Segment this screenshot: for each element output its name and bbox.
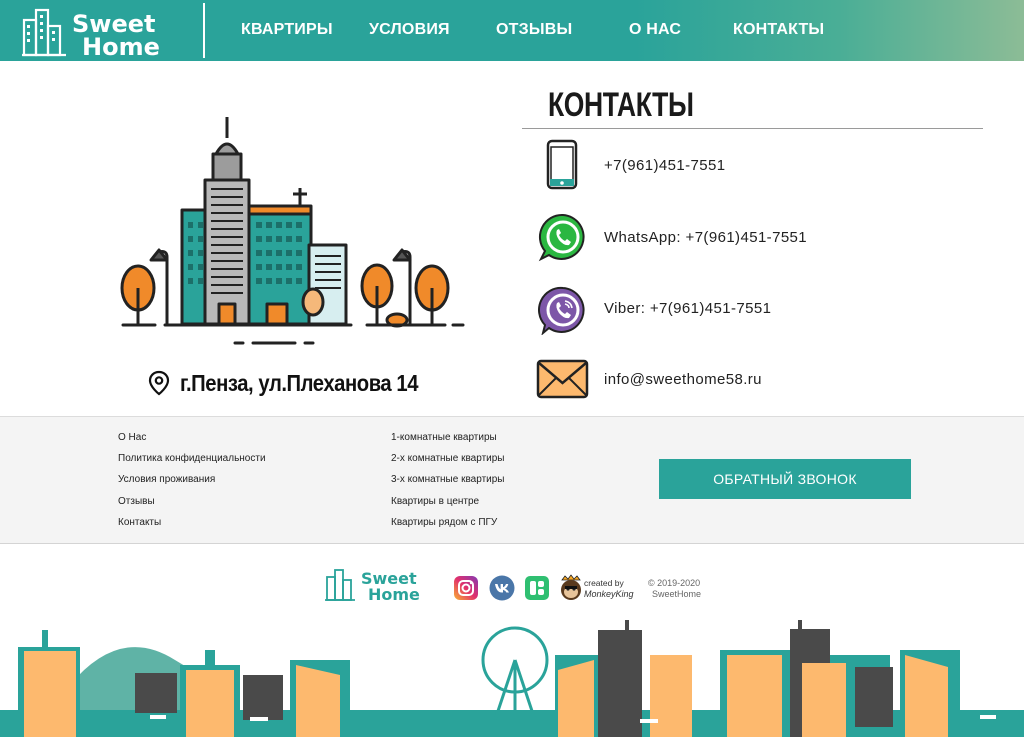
sweethome-footer-logo[interactable]: Sweet Home [324, 566, 444, 602]
contacts-title: КОНТАКТЫ [548, 86, 694, 124]
site-header: Sweet Home КВАРТИРЫ УСЛОВИЯ ОТЗЫВЫ О НАС… [0, 0, 1024, 61]
footer-link-contacts[interactable]: Контакты [118, 517, 161, 528]
footer-link-2room[interactable]: 2-х комнатные квартиры [391, 453, 504, 464]
svg-text:created by: created by [584, 578, 624, 588]
footer-link-center[interactable]: Квартиры в центре [391, 496, 479, 507]
svg-text:Home: Home [82, 33, 160, 58]
svg-text:MonkeyKing: MonkeyKing [584, 589, 634, 599]
footer-link-3room[interactable]: 3-х комнатные квартиры [391, 474, 504, 485]
mail-icon [536, 359, 589, 399]
vk-icon[interactable] [489, 575, 515, 601]
footer-link-pgu[interactable]: Квартиры рядом с ПГУ [391, 517, 497, 528]
phone-number[interactable]: +7(961)451-7551 [604, 157, 726, 174]
nav-kvartiry[interactable]: КВАРТИРЫ [241, 21, 333, 39]
nav-kontakty[interactable]: КОНТАКТЫ [733, 21, 824, 39]
footer-link-privacy[interactable]: Политика конфиденциальности [118, 453, 266, 464]
booking-icon[interactable] [524, 575, 550, 601]
nav-otzyvy[interactable]: ОТЗЫВЫ [496, 21, 572, 39]
viber-icon[interactable] [538, 285, 588, 335]
nav-usloviya[interactable]: УСЛОВИЯ [369, 21, 450, 39]
callback-button[interactable]: ОБРАТНЫЙ ЗВОНОК [659, 459, 911, 499]
copyright: © 2019-2020 SweetHome [648, 578, 701, 600]
copyright-years: © 2019-2020 [648, 578, 701, 588]
address-text: г.Пенза, ул.Плеханова 14 [180, 369, 419, 396]
address: г.Пенза, ул.Плеханова 14 [148, 368, 451, 398]
footer-link-reviews[interactable]: Отзывы [118, 496, 155, 507]
viber-contact[interactable]: Viber: +7(961)451-7551 [604, 300, 771, 317]
whatsapp-icon[interactable] [538, 212, 588, 262]
city-illustration [120, 117, 465, 345]
copyright-brand: SweetHome [652, 589, 702, 599]
monkeyking-logo[interactable]: created by MonkeyKing [560, 574, 642, 602]
nav-o-nas[interactable]: О НАС [629, 21, 681, 39]
sweethome-logo[interactable]: Sweet Home [20, 4, 185, 58]
svg-text:Home: Home [368, 585, 420, 602]
footer-link-about[interactable]: О Нас [118, 432, 146, 443]
logo-divider [203, 3, 205, 58]
email-contact[interactable]: info@sweethome58.ru [604, 371, 762, 388]
city-skyline-illustration [0, 620, 1024, 737]
phone-icon [546, 139, 578, 190]
footer-link-conditions[interactable]: Условия проживания [118, 474, 215, 485]
footer-link-1room[interactable]: 1-комнатные квартиры [391, 432, 497, 443]
whatsapp-contact[interactable]: WhatsApp: +7(961)451-7551 [604, 229, 807, 246]
contacts-divider [522, 128, 983, 129]
location-pin-icon [148, 370, 170, 396]
instagram-icon[interactable] [453, 575, 479, 601]
